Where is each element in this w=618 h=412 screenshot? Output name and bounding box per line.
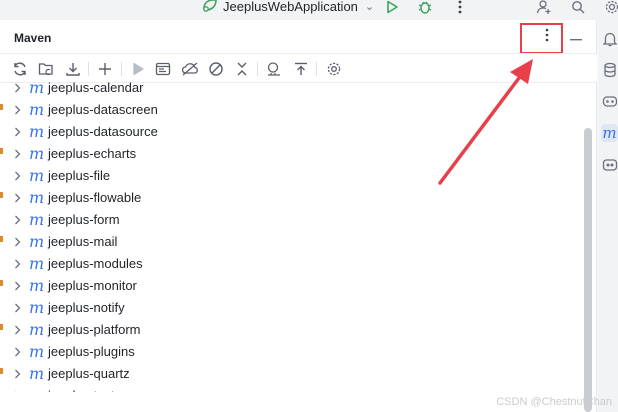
module-label: jeeplus-test bbox=[48, 385, 114, 392]
gutter-marker bbox=[0, 324, 3, 330]
gutter-marker bbox=[0, 192, 3, 198]
maven-module-icon: m bbox=[29, 100, 45, 119]
tree-row[interactable]: m jeeplus-mail bbox=[0, 231, 580, 253]
chevron-right-icon[interactable] bbox=[12, 275, 22, 297]
notifications-icon[interactable] bbox=[601, 30, 618, 48]
database-icon[interactable] bbox=[601, 61, 618, 79]
run-configuration-selector[interactable]: JeeplusWebApplication ⌄ bbox=[202, 0, 374, 15]
tree-row[interactable]: m jeeplus-calendar bbox=[0, 77, 580, 99]
maven-module-icon: m bbox=[29, 254, 45, 273]
tree-row[interactable]: m jeeplus-test bbox=[0, 385, 580, 392]
tree-row[interactable]: m jeeplus-monitor bbox=[0, 275, 580, 297]
maven-module-icon: m bbox=[29, 298, 45, 317]
chevron-right-icon[interactable] bbox=[12, 297, 22, 319]
module-label: jeeplus-platform bbox=[48, 322, 141, 337]
gear-icon[interactable] bbox=[603, 0, 618, 16]
panel-title: Maven bbox=[14, 31, 52, 45]
minimize-button[interactable] bbox=[568, 28, 584, 46]
debug-icon[interactable] bbox=[416, 0, 434, 16]
run-icon[interactable] bbox=[383, 0, 401, 16]
tree-row[interactable]: m jeeplus-quartz bbox=[0, 363, 580, 385]
chevron-right-icon[interactable] bbox=[12, 99, 22, 121]
top-toolbar: JeeplusWebApplication ⌄ bbox=[0, 0, 618, 20]
module-label: jeeplus-datasource bbox=[48, 124, 158, 139]
maven-module-icon: m bbox=[29, 122, 45, 141]
run-configuration-name: JeeplusWebApplication bbox=[223, 0, 358, 14]
tree-row[interactable]: m jeeplus-datasource bbox=[0, 121, 580, 143]
search-icon[interactable] bbox=[569, 0, 587, 16]
tree-row[interactable]: m jeeplus-notify bbox=[0, 297, 580, 319]
tree-row[interactable]: m jeeplus-echarts bbox=[0, 143, 580, 165]
module-label: jeeplus-file bbox=[48, 168, 111, 183]
maven-module-icon: m bbox=[29, 342, 45, 361]
maven-module-icon: m bbox=[29, 144, 45, 163]
gutter-marker bbox=[0, 236, 3, 242]
module-label: jeeplus-quartz bbox=[48, 366, 130, 381]
maven-module-icon: m bbox=[29, 78, 45, 97]
gutter-marker bbox=[0, 148, 3, 154]
tree-row[interactable]: m jeeplus-plugins bbox=[0, 341, 580, 363]
chevron-right-icon[interactable] bbox=[12, 165, 22, 187]
right-tool-stripe: m bbox=[598, 20, 618, 412]
module-label: jeeplus-form bbox=[48, 212, 120, 227]
chevron-right-icon[interactable] bbox=[12, 341, 22, 363]
maven-module-icon: m bbox=[29, 320, 45, 339]
more-vertical-icon[interactable] bbox=[451, 0, 469, 16]
chevron-right-icon[interactable] bbox=[12, 121, 22, 143]
tree-row[interactable]: m jeeplus-form bbox=[0, 209, 580, 231]
chevron-right-icon[interactable] bbox=[12, 253, 22, 275]
chevron-right-icon[interactable] bbox=[12, 231, 22, 253]
module-label: jeeplus-datascreen bbox=[48, 102, 158, 117]
maven-module-icon: m bbox=[29, 386, 44, 392]
tree-row[interactable]: m jeeplus-file bbox=[0, 165, 580, 187]
tree-row[interactable]: m jeeplus-modules bbox=[0, 253, 580, 275]
tree-row[interactable]: m jeeplus-platform bbox=[0, 319, 580, 341]
maven-module-icon: m bbox=[29, 210, 45, 229]
chevron-right-icon[interactable] bbox=[12, 363, 22, 385]
spring-boot-icon bbox=[202, 0, 218, 15]
gutter-marker bbox=[0, 280, 3, 286]
maven-module-icon: m bbox=[29, 232, 45, 251]
copilot-icon[interactable] bbox=[601, 92, 618, 110]
module-label: jeeplus-modules bbox=[48, 256, 143, 271]
tree-row[interactable]: m jeeplus-datascreen bbox=[0, 99, 580, 121]
module-label: jeeplus-notify bbox=[48, 300, 125, 315]
chevron-right-icon[interactable] bbox=[12, 143, 22, 165]
tree-row[interactable]: m jeeplus-flowable bbox=[0, 187, 580, 209]
maven-icon[interactable]: m bbox=[601, 124, 618, 142]
maven-project-tree: m jeeplus-calendar m jeeplus-datascreen … bbox=[0, 57, 580, 392]
chevron-right-icon[interactable] bbox=[12, 209, 22, 231]
maven-module-icon: m bbox=[29, 276, 45, 295]
watermark: CSDN @ChestnutChan bbox=[496, 396, 612, 408]
module-label: jeeplus-calendar bbox=[48, 80, 144, 95]
module-label: jeeplus-monitor bbox=[48, 278, 137, 293]
chevron-right-icon[interactable] bbox=[12, 319, 22, 341]
module-label: jeeplus-echarts bbox=[48, 146, 137, 161]
panel-header: Maven bbox=[0, 20, 597, 54]
chevron-down-icon[interactable]: ⌄ bbox=[365, 0, 374, 13]
highlight-annotation-box bbox=[520, 23, 563, 54]
module-label: jeeplus-mail bbox=[48, 234, 118, 249]
add-user-icon[interactable] bbox=[535, 0, 553, 16]
minimize-icon bbox=[570, 28, 582, 46]
module-label: jeeplus-flowable bbox=[48, 190, 142, 205]
chevron-right-icon[interactable] bbox=[12, 385, 22, 392]
gradle-icon[interactable] bbox=[601, 156, 618, 174]
vertical-scrollbar[interactable] bbox=[584, 128, 592, 412]
module-label: jeeplus-plugins bbox=[48, 344, 135, 359]
chevron-right-icon[interactable] bbox=[12, 187, 22, 209]
maven-module-icon: m bbox=[29, 166, 45, 185]
maven-tool-glyph: m bbox=[602, 124, 617, 142]
maven-module-icon: m bbox=[29, 364, 45, 383]
chevron-right-icon[interactable] bbox=[12, 77, 22, 99]
maven-module-icon: m bbox=[29, 188, 45, 207]
gutter-marker bbox=[0, 104, 3, 110]
gutter-marker bbox=[0, 368, 3, 374]
